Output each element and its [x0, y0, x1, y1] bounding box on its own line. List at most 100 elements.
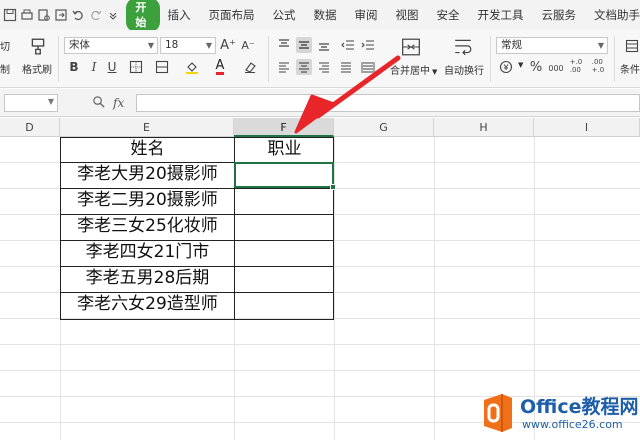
underline-button[interactable]: U — [104, 59, 120, 75]
font-size-value: 18 — [165, 39, 179, 51]
thousands-button[interactable]: 000 — [548, 60, 564, 76]
customize-toolbar-chevron-icon[interactable] — [105, 4, 120, 26]
job-cell[interactable] — [234, 292, 334, 319]
clear-format-icon[interactable] — [242, 59, 258, 75]
merge-style-icon[interactable] — [154, 59, 170, 75]
column-header-d[interactable]: D — [0, 118, 60, 137]
tab-page-layout[interactable]: 页面布局 — [209, 7, 255, 23]
undo-icon[interactable] — [71, 4, 86, 26]
align-top-icon[interactable] — [276, 37, 292, 53]
justify-icon[interactable] — [338, 59, 354, 75]
column-header-f[interactable]: F — [234, 118, 334, 137]
export-pdf-icon[interactable] — [54, 4, 69, 26]
column-header-g[interactable]: G — [334, 118, 434, 137]
wrap-text-button[interactable]: 自动换行 — [444, 62, 484, 77]
number-format-select[interactable]: 常规 ▼ — [496, 37, 608, 54]
conditional-format-label[interactable]: 条件 — [620, 61, 640, 76]
zoom-formula-icon[interactable] — [92, 95, 105, 111]
divider — [614, 36, 615, 82]
font-name-select[interactable]: 宋体 ▼ — [64, 37, 158, 54]
print-preview-icon[interactable] — [36, 4, 51, 26]
watermark: Office教程网 www.office26.com — [474, 388, 640, 440]
tab-formulas[interactable]: 公式 — [273, 7, 296, 23]
format-painter-label: 格式刷 — [22, 65, 52, 76]
job-cell[interactable] — [234, 266, 334, 292]
align-center-icon[interactable] — [296, 59, 312, 75]
divider — [268, 36, 269, 82]
formula-input[interactable] — [136, 94, 640, 112]
wrap-text-icon[interactable] — [452, 36, 474, 58]
table-row[interactable]: 李老四女21门市 — [60, 240, 234, 266]
chevron-down-icon: ▼ — [47, 97, 54, 106]
font-size-select[interactable]: 18 ▼ — [160, 37, 216, 54]
tab-security[interactable]: 安全 — [437, 7, 460, 23]
tab-start[interactable]: 开始 — [126, 0, 160, 32]
name-box[interactable]: ▼ — [4, 94, 58, 112]
job-cell[interactable] — [234, 240, 334, 266]
header-job-cell[interactable]: 职业 — [234, 137, 334, 162]
active-cell[interactable] — [234, 162, 336, 190]
print-icon[interactable] — [19, 4, 34, 26]
tab-developer[interactable]: 开发工具 — [478, 7, 524, 23]
formula-bar: ▼ fx — [0, 89, 640, 117]
font-color-button[interactable]: A — [212, 59, 228, 75]
save-icon[interactable] — [2, 4, 17, 26]
chevron-down-icon: ▼ — [597, 41, 604, 50]
tab-doc-assistant[interactable]: 文档助手 — [594, 7, 640, 23]
table-row[interactable]: 李老五男28后期 — [60, 266, 234, 292]
tab-view[interactable]: 视图 — [396, 7, 419, 23]
grid-line — [0, 344, 640, 345]
tab-cloud[interactable]: 云服务 — [542, 7, 577, 23]
fill-handle[interactable] — [330, 184, 336, 190]
chevron-down-icon: ▼ — [518, 61, 524, 69]
align-left-icon[interactable] — [276, 59, 292, 75]
table-row[interactable]: 李老大男20摄影师 — [60, 162, 234, 188]
chevron-down-icon: ▼ — [147, 41, 154, 50]
indent-increase-icon[interactable] — [360, 37, 376, 53]
format-painter-icon[interactable] — [28, 36, 48, 56]
number-format-value: 常规 — [501, 39, 522, 51]
column-header-i[interactable]: I — [534, 118, 640, 137]
fill-color-icon[interactable] — [184, 59, 200, 75]
align-bottom-icon[interactable] — [316, 37, 332, 53]
decrease-decimal-button[interactable]: .00 +.0 — [590, 58, 606, 74]
table-row[interactable]: 李老二男20摄影师 — [60, 188, 234, 214]
watermark-url: www.office26.com — [522, 418, 623, 431]
copy-button[interactable]: 制 — [0, 61, 10, 76]
job-cell[interactable] — [234, 214, 334, 240]
indent-decrease-icon[interactable] — [340, 37, 356, 53]
align-middle-icon[interactable] — [296, 37, 312, 53]
table-row[interactable]: 李老三女25化妆师 — [60, 214, 234, 240]
font-name-value: 宋体 — [69, 39, 90, 51]
merge-center-icon[interactable] — [400, 36, 422, 58]
table-row[interactable]: 李老六女29造型师 — [60, 292, 234, 319]
header-name-cell[interactable]: 姓名 — [60, 137, 234, 162]
ribbon: 切 制 格式刷 宋体 ▼ 18 ▼ A⁺ A⁻ B I U A 合并居中 ▼ 自… — [0, 30, 640, 88]
bold-button[interactable]: B — [66, 59, 82, 75]
tab-review[interactable]: 审阅 — [355, 7, 378, 23]
conditional-format-icon[interactable] — [624, 38, 640, 54]
chevron-down-icon: ▼ — [205, 41, 212, 50]
grid-line — [334, 137, 335, 440]
distributed-align-icon[interactable] — [360, 59, 376, 75]
job-cell[interactable] — [234, 188, 334, 214]
menu-bar: 开始 插入 页面布局 公式 数据 审阅 视图 安全 开发工具 云服务 文档助手 — [0, 0, 640, 32]
redo-icon[interactable] — [88, 4, 103, 26]
insert-function-button[interactable]: fx — [113, 96, 124, 110]
percent-button[interactable]: % — [528, 59, 544, 75]
align-right-icon[interactable] — [316, 59, 332, 75]
cut-button[interactable]: 切 — [0, 38, 10, 53]
currency-icon[interactable] — [498, 59, 514, 75]
increase-decimal-button[interactable]: +.0 .00 — [568, 58, 584, 74]
border-icon[interactable] — [128, 59, 144, 75]
column-header-h[interactable]: H — [434, 118, 534, 137]
merge-center-button[interactable]: 合并居中 ▼ — [390, 62, 437, 77]
column-header-e[interactable]: E — [60, 118, 234, 137]
italic-button[interactable]: I — [86, 59, 102, 75]
tab-insert[interactable]: 插入 — [168, 7, 191, 23]
font-grow-button[interactable]: A⁺ — [220, 37, 236, 53]
divider — [490, 36, 491, 82]
table-border — [60, 319, 334, 320]
font-shrink-button[interactable]: A⁻ — [240, 37, 256, 53]
tab-data[interactable]: 数据 — [314, 7, 337, 23]
